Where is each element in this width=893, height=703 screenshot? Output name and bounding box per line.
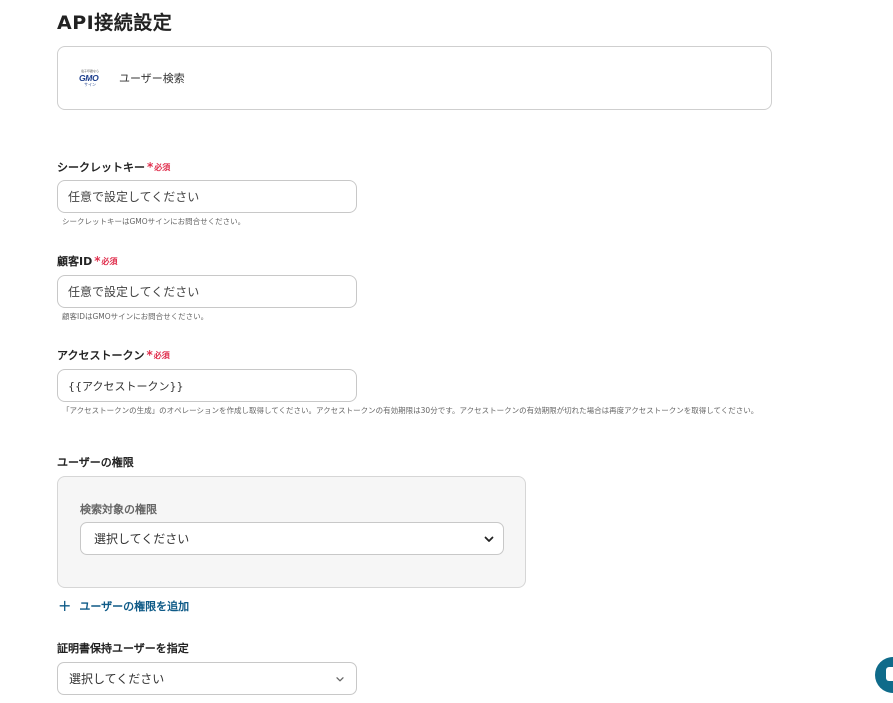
customer-id-label: 顧客ID * 必須 [57, 253, 118, 269]
secret-key-label-text: シークレットキー [57, 161, 145, 174]
secret-key-label: シークレットキー * 必須 [57, 159, 170, 175]
required-badge: 必須 [153, 350, 170, 360]
select-value: 選択してください [94, 532, 190, 546]
gmo-sign-logo: 電子印鑑なら GMO サイン [78, 69, 104, 89]
app-action-card[interactable]: 電子印鑑なら GMO サイン ユーザー検索 [57, 46, 772, 110]
customer-id-help: 顧客IDはGMOサインにお問合せください。 [62, 312, 209, 321]
access-token-label-text: アクセストークン [57, 349, 145, 362]
logo-subtitle: サイン [84, 82, 96, 87]
required-badge: 必須 [101, 256, 118, 266]
required-badge: 必須 [154, 162, 171, 172]
cert-user-label: 証明書保持ユーザーを指定 [57, 642, 189, 655]
access-token-help: 「アクセストークンの生成」のオペレーションを作成し取得してください。アクセストー… [62, 406, 759, 415]
chat-support-button[interactable] [875, 657, 893, 693]
required-mark: * [94, 254, 101, 268]
search-target-permission-select[interactable]: 選択してください [80, 522, 504, 555]
customer-id-input[interactable] [57, 275, 357, 308]
access-token-input[interactable] [57, 369, 357, 402]
required-mark: * [146, 348, 153, 362]
chat-icon [886, 667, 893, 681]
required-mark: * [147, 160, 154, 174]
add-permission-label: ユーザーの権限を追加 [79, 600, 190, 613]
chevron-down-icon [484, 536, 494, 542]
secret-key-help: シークレットキーはGMOサインにお問合せください。 [62, 217, 246, 226]
customer-id-label-text: 顧客ID [57, 255, 93, 268]
plus-icon: + [58, 596, 72, 615]
add-permission-button[interactable]: + ユーザーの権限を追加 [58, 598, 189, 614]
secret-key-input[interactable] [57, 180, 357, 213]
permissions-label: ユーザーの権限 [57, 456, 134, 469]
access-token-label: アクセストークン * 必須 [57, 347, 170, 363]
page-title: API接続設定 [57, 12, 173, 34]
chevron-down-icon [336, 676, 344, 681]
app-action-name: ユーザー検索 [119, 72, 185, 85]
permissions-group: 検索対象の権限 選択してください [57, 476, 526, 588]
cert-user-select[interactable]: 選択してください [57, 662, 357, 695]
search-target-permission-label: 検索対象の権限 [80, 503, 157, 516]
select-value: 選択してください [69, 672, 165, 686]
